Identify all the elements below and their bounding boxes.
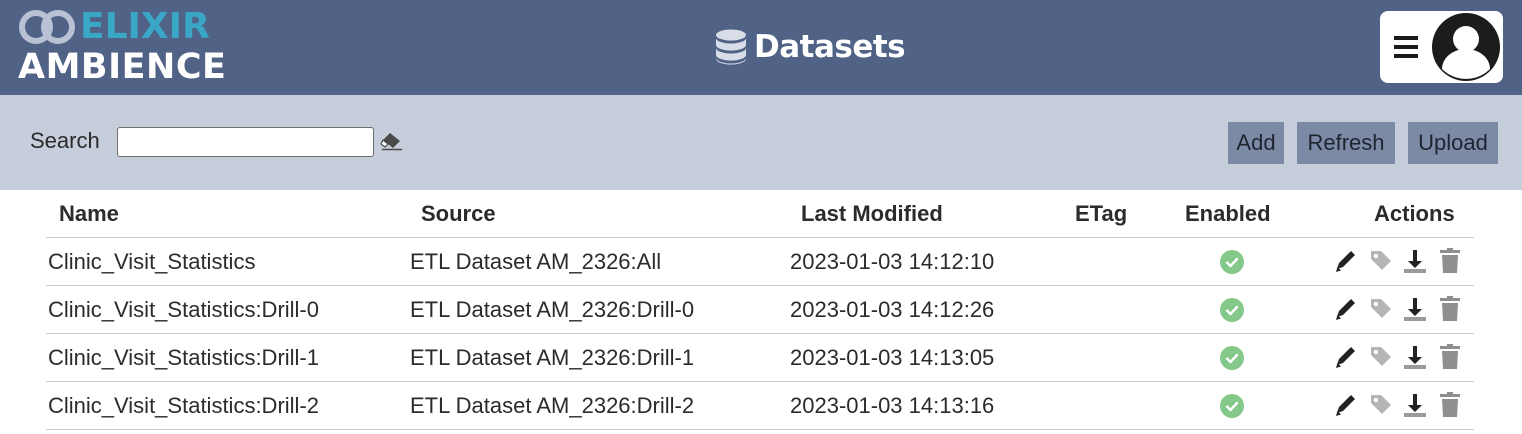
user-menu-box <box>1380 11 1503 83</box>
cell-source: ETL Dataset AM_2326:All <box>410 249 662 274</box>
cell-last-modified: 2023-01-03 14:13:05 <box>790 345 995 370</box>
trash-icon[interactable] <box>1437 247 1463 275</box>
page-heading: Datasets <box>714 24 906 70</box>
cell-name: Clinic_Visit_Statistics:Drill-0 <box>48 297 319 322</box>
refresh-button[interactable]: Refresh <box>1297 122 1395 164</box>
eraser-icon[interactable] <box>380 131 404 151</box>
pencil-edit-icon[interactable] <box>1333 295 1359 323</box>
cell-source: ETL Dataset AM_2326:Drill-1 <box>410 345 695 370</box>
download-icon[interactable] <box>1402 343 1428 371</box>
elixir-ambience-logo[interactable]: ELIXIR AMBIENCE <box>18 8 228 87</box>
logo-ambience-text: AMBIENCE <box>18 47 227 87</box>
table-row[interactable]: Clinic_Visit_Statistics:Drill-0 ETL Data… <box>46 285 1474 333</box>
cell-source: ETL Dataset AM_2326:Drill-2 <box>410 393 695 418</box>
tag-icon[interactable] <box>1368 295 1394 323</box>
pencil-edit-icon[interactable] <box>1333 343 1359 371</box>
download-icon[interactable] <box>1402 295 1428 323</box>
pencil-edit-icon[interactable] <box>1333 247 1359 275</box>
column-header-etag[interactable]: ETag <box>1075 201 1127 227</box>
app-header: ELIXIR AMBIENCE Datasets <box>0 0 1522 95</box>
column-header-actions: Actions <box>1374 201 1455 226</box>
search-input[interactable] <box>117 127 374 157</box>
logo-infinity-icon <box>19 10 75 44</box>
enabled-check-icon <box>1220 250 1244 274</box>
column-header-source[interactable]: Source <box>421 201 496 227</box>
enabled-check-icon <box>1220 394 1244 418</box>
cell-source: ETL Dataset AM_2326:Drill-0 <box>410 297 695 322</box>
cell-last-modified: 2023-01-03 14:13:16 <box>790 393 995 418</box>
enabled-check-icon <box>1220 346 1244 370</box>
logo-top-line: ELIXIR <box>18 8 210 46</box>
add-button[interactable]: Add <box>1228 122 1284 164</box>
user-avatar-icon[interactable] <box>1430 11 1503 83</box>
trash-icon[interactable] <box>1437 295 1463 323</box>
cell-name: Clinic_Visit_Statistics:Drill-2 <box>48 393 319 418</box>
tag-icon[interactable] <box>1368 247 1394 275</box>
trash-icon[interactable] <box>1437 343 1463 371</box>
table-row[interactable]: Clinic_Visit_Statistics:Drill-1 ETL Data… <box>46 333 1474 381</box>
toolbar: Search Add Refresh Upload <box>0 95 1522 190</box>
download-icon[interactable] <box>1402 247 1428 275</box>
logo-elixir-text: ELIXIR <box>80 6 210 47</box>
cell-name: Clinic_Visit_Statistics <box>48 249 256 274</box>
cell-name: Clinic_Visit_Statistics:Drill-1 <box>48 345 319 370</box>
database-icon <box>716 29 746 65</box>
column-header-enabled[interactable]: Enabled <box>1185 201 1271 227</box>
table-row[interactable]: Clinic_Visit_Statistics ETL Dataset AM_2… <box>46 237 1474 285</box>
tag-icon[interactable] <box>1368 343 1394 371</box>
trash-icon[interactable] <box>1437 391 1463 419</box>
pencil-edit-icon[interactable] <box>1333 391 1359 419</box>
hamburger-menu-icon[interactable] <box>1392 33 1420 61</box>
upload-button[interactable]: Upload <box>1408 122 1498 164</box>
column-header-name[interactable]: Name <box>59 201 119 227</box>
search-label: Search <box>30 128 100 153</box>
cell-last-modified: 2023-01-03 14:12:10 <box>790 249 995 274</box>
tag-icon[interactable] <box>1368 391 1394 419</box>
column-header-last-modified[interactable]: Last Modified <box>801 201 943 227</box>
download-icon[interactable] <box>1402 391 1428 419</box>
cell-last-modified: 2023-01-03 14:12:26 <box>790 297 995 322</box>
page-title: Datasets <box>754 29 906 65</box>
enabled-check-icon <box>1220 298 1244 322</box>
table-row[interactable]: Clinic_Visit_Statistics:Drill-2 ETL Data… <box>46 381 1474 430</box>
